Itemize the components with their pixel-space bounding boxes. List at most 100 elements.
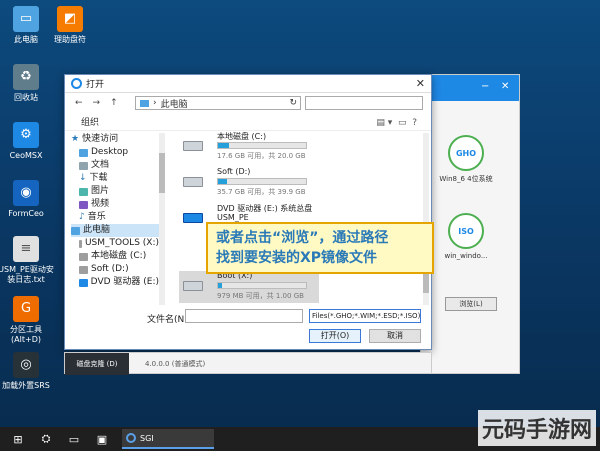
drive-icon <box>79 265 88 274</box>
nav-label: 视频 <box>91 199 110 209</box>
download-icon: ↓ <box>79 173 87 183</box>
filename-input[interactable] <box>185 309 303 323</box>
recycle-bin-icon: ♻ <box>13 64 39 90</box>
navigation-pane: ★ 快速访问 Desktop 文档 ↓ 下载 图片 视频 ♪ 音乐 此电脑 USM_T… <box>71 133 159 305</box>
nav-item-quick-access[interactable]: ★ 快速访问 <box>71 133 159 146</box>
drive-item-d[interactable]: Soft (D:) 35.7 GB 可用，共 39.9 GB <box>179 167 329 199</box>
close-icon[interactable]: ✕ <box>416 77 425 90</box>
desktop-icon-label: 分区工具(Alt+D) <box>10 325 42 344</box>
nav-label: 图片 <box>91 186 110 196</box>
dvd-icon <box>79 278 88 287</box>
content-scrollbar[interactable] <box>423 133 429 305</box>
close-icon[interactable]: ✕ <box>501 81 509 92</box>
drive-size: 35.7 GB 可用，共 39.9 GB <box>217 188 306 196</box>
drive-size: 979 MB 可用，共 1.00 GB <box>217 292 304 300</box>
computer-icon: ▭ <box>13 6 39 32</box>
nav-item-documents[interactable]: 文档 <box>71 159 159 172</box>
nav-label: DVD 驱动器 (E:) <box>90 277 159 287</box>
search-input[interactable] <box>305 96 423 110</box>
nav-item-drive-c[interactable]: 本地磁盘 (C:) <box>71 250 159 263</box>
nav-item-desktop[interactable]: Desktop <box>71 146 159 159</box>
drive-size: 17.6 GB 可用，共 20.0 GB <box>217 152 306 160</box>
chevron-right-icon: › <box>153 98 157 108</box>
background-app-window: − ✕ GHO Win8_6 4位系统 ISO win_windo... 浏览(… <box>420 74 520 374</box>
desktop-icon-label: CeoMSX <box>9 151 43 160</box>
desktop-icon-label: 回收站 <box>14 93 38 102</box>
window-icon[interactable]: ▭ <box>66 431 82 447</box>
drive-usage-bar <box>217 142 307 149</box>
desktop-icon-label: USM_PE驱动安装日志.txt <box>0 265 54 284</box>
text-file-icon: ≡ <box>13 236 39 262</box>
drive-item-x[interactable]: Boot (X:) 979 MB 可用，共 1.00 GB <box>179 271 319 303</box>
desktop-icon-partition[interactable]: G 分区工具(Alt+D) <box>0 296 54 345</box>
computer-icon <box>71 226 80 235</box>
app-logo-icon <box>126 433 136 443</box>
nav-item-videos[interactable]: 视频 <box>71 198 159 211</box>
nav-label: Soft (D:) <box>91 264 129 274</box>
disc-label: ISO <box>458 226 474 236</box>
start-icon[interactable]: ⊞ <box>10 431 26 447</box>
nav-item-downloads[interactable]: ↓ 下载 <box>71 172 159 185</box>
nav-item-drive-x[interactable]: USM_TOOLS (X:) <box>71 237 159 250</box>
drive-icon <box>79 239 82 248</box>
taskbar-app-sgi[interactable]: SGI <box>122 429 214 449</box>
drive-icon <box>183 281 203 291</box>
nav-item-pictures[interactable]: 图片 <box>71 185 159 198</box>
cancel-button[interactable]: 取消 <box>369 329 421 343</box>
nav-scrollbar[interactable] <box>159 133 165 305</box>
desktop-icon-formceo[interactable]: ◉ FormCeo <box>0 180 54 219</box>
desktop-icon-srs[interactable]: ◎ 加载外置SRS <box>0 352 54 391</box>
refresh-icon[interactable]: ↻ <box>289 98 297 108</box>
desktop-icon-label: FormCeo <box>8 209 44 218</box>
back-arrow-icon[interactable]: ← <box>75 98 83 108</box>
dialog-title: 打开 <box>86 80 105 90</box>
nav-label: USM_TOOLS (X:) <box>84 238 159 248</box>
address-bar[interactable]: › 此电脑 ↻ <box>135 96 301 110</box>
drive-icon <box>183 177 203 187</box>
taskbar-app-label: SGI <box>140 433 154 443</box>
drive-icon <box>183 141 203 151</box>
browse-button[interactable]: 浏览(L) <box>445 297 497 311</box>
nav-item-this-pc[interactable]: 此电脑 <box>71 224 159 237</box>
desktop: ▭ 此电脑 ◩ 理助盘符 ♻ 回收站 ⚙ CeoMSX ◉ FormCeo ≡ … <box>0 0 600 427</box>
gear-icon: ⚙ <box>13 122 39 148</box>
nav-item-music[interactable]: ♪ 音乐 <box>71 211 159 224</box>
callout-line-1: 或者点击“浏览”，通过路径 <box>216 230 389 246</box>
background-app-header: − ✕ <box>421 75 519 101</box>
network-icon[interactable]: ⛭ <box>38 431 54 447</box>
nav-item-drive-d[interactable]: Soft (D:) <box>71 263 159 276</box>
system-option-2[interactable]: ISO win_windo... <box>435 213 497 260</box>
callout-line-2: 找到要安装的XP镜像文件 <box>216 250 378 266</box>
view-options[interactable]: ▤ ▾ ▭ ? <box>376 115 417 131</box>
desktop-icon-partition-tool[interactable]: ◩ 理助盘符 <box>42 6 98 45</box>
desktop-icon-text-file[interactable]: ≡ USM_PE驱动安装日志.txt <box>0 236 54 285</box>
nav-label: 文档 <box>91 160 110 170</box>
nav-item-dvd[interactable]: DVD 驱动器 (E:) <box>71 276 159 289</box>
minimize-icon[interactable]: − <box>481 81 489 92</box>
desktop-icon-label: 加载外置SRS <box>2 381 50 390</box>
watermark: 元码手游网 <box>477 410 596 446</box>
gho-disc-icon: GHO <box>448 135 484 171</box>
organize-menu[interactable]: 组织 <box>81 118 99 128</box>
up-arrow-icon[interactable]: ↑ <box>110 98 118 108</box>
system-option-1[interactable]: GHO Win8_6 4位系统 <box>435 135 497 184</box>
disk-clone-tab[interactable]: 磁盘克隆 (D) <box>65 353 129 375</box>
monitor-icon[interactable]: ▣ <box>94 431 110 447</box>
open-button[interactable]: 打开(O) <box>309 329 361 343</box>
desktop-icon-label: 此电脑 <box>14 35 38 44</box>
iso-disc-icon: ISO <box>448 213 484 249</box>
desktop-icon-recycle-bin[interactable]: ♻ 回收站 <box>0 64 54 103</box>
nav-label: 快速访问 <box>82 134 119 144</box>
system-option-label: Win8_6 4位系统 <box>439 175 493 183</box>
address-row: ← → ↑ › 此电脑 ↻ <box>65 93 431 113</box>
status-strip: 磁盘克隆 (D) 4.0.0.0 (普通模式) <box>64 352 432 375</box>
version-text: 4.0.0.0 (普通模式) <box>145 360 206 368</box>
nav-label: 下载 <box>89 173 108 183</box>
desktop-icon-ceomsx[interactable]: ⚙ CeoMSX <box>0 122 54 161</box>
scrollbar-thumb[interactable] <box>159 153 165 193</box>
address-text: 此电脑 <box>160 99 188 110</box>
forward-arrow-icon[interactable]: → <box>93 98 101 108</box>
file-type-filter[interactable]: Files(*.GHO;*.WIM;*.ESD;*.ISO) <box>309 309 421 323</box>
drive-item-c[interactable]: 本地磁盘 (C:) 17.6 GB 可用，共 20.0 GB <box>179 131 329 163</box>
dvd-icon <box>183 213 203 223</box>
